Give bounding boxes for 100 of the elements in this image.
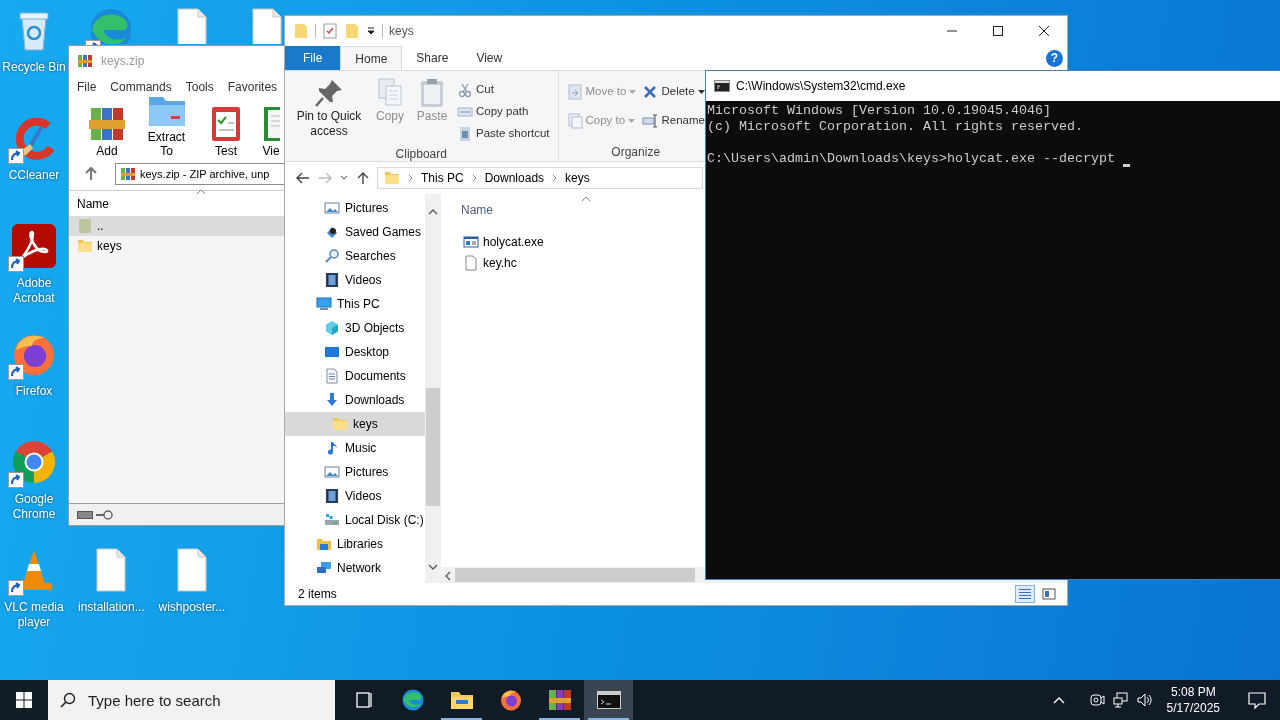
clock[interactable]: 5:08 PM 5/17/2025 — [1160, 684, 1226, 716]
menu-item[interactable]: File — [77, 78, 97, 96]
shortcut-clipboard-icon — [457, 126, 473, 142]
dropdown-icon — [629, 90, 637, 94]
tree-item[interactable]: 3D Objects — [285, 316, 425, 340]
tree-item[interactable]: keys — [285, 412, 425, 436]
speaker-icon[interactable] — [1136, 692, 1153, 708]
archive-books-icon — [77, 53, 93, 69]
taskbar-app-button[interactable] — [584, 680, 633, 720]
scrollbar-thumb[interactable] — [455, 568, 695, 582]
dropdown-icon — [697, 90, 705, 94]
pdf-app-icon[interactable] — [10, 222, 58, 270]
file-item[interactable]: holycat.exe — [461, 231, 546, 252]
camera-icon[interactable] — [1088, 692, 1105, 708]
tree-item[interactable]: Pictures — [285, 196, 425, 220]
ribbon-tab[interactable]: View — [462, 46, 517, 70]
checked-page-icon[interactable] — [322, 23, 338, 39]
search-icon — [60, 692, 76, 708]
window-title: keys — [389, 23, 414, 40]
tree-item[interactable]: Libraries — [285, 532, 425, 556]
tree-item[interactable]: Pictures — [285, 460, 425, 484]
ribbon-button[interactable]: Delete — [640, 81, 707, 103]
archive-books-icon — [547, 688, 572, 712]
windows-logo-icon — [16, 692, 32, 708]
computer-icon — [316, 296, 332, 312]
ribbon-button[interactable]: Pin to Quick access — [291, 75, 367, 145]
tree-item[interactable]: Searches — [285, 244, 425, 268]
chevron-icon — [471, 174, 477, 182]
column-header[interactable]: Name — [461, 201, 493, 219]
dropdown-icon[interactable] — [366, 26, 376, 36]
tree-item[interactable]: Videos — [285, 268, 425, 292]
address-field[interactable]: keys.zip - ZIP archive, unp — [115, 163, 284, 185]
file-name: .. — [97, 218, 104, 235]
drive-icon — [324, 512, 340, 528]
up-arrow-icon[interactable] — [355, 170, 371, 186]
fox-globe-icon — [498, 688, 523, 712]
file-row[interactable]: keys — [69, 236, 284, 256]
column-header[interactable]: Name — [77, 195, 109, 213]
scroll-left-icon[interactable] — [445, 570, 451, 581]
ribbon-button[interactable]: Copy path — [455, 101, 552, 123]
rename-icon — [642, 113, 659, 129]
keyboard-icon — [77, 509, 93, 520]
chevron-up-icon[interactable] — [1052, 696, 1065, 704]
view-button[interactable] — [1015, 585, 1035, 603]
scroll-up-icon[interactable] — [428, 208, 438, 215]
tree-item[interactable]: Local Disk (C:) — [285, 508, 425, 532]
group-label: Clipboard — [394, 146, 448, 163]
ribbon-tab[interactable]: Home — [340, 46, 403, 70]
view-button[interactable] — [1039, 585, 1059, 603]
file-menu-tab[interactable]: File — [285, 46, 341, 70]
chevron-icon — [408, 174, 413, 182]
tree-item[interactable]: Music — [285, 436, 425, 460]
search-icon — [324, 248, 340, 264]
film-icon — [324, 488, 340, 504]
network-icon[interactable] — [1112, 692, 1129, 708]
pushpin-icon — [313, 77, 345, 109]
tree-item[interactable]: Downloads — [285, 388, 425, 412]
up-arrow-icon[interactable] — [83, 166, 99, 182]
tree-item[interactable]: Saved Games — [285, 220, 425, 244]
cube-icon — [324, 320, 340, 336]
folder-icon — [77, 238, 93, 254]
tiles-view-icon — [1042, 588, 1056, 600]
archive-books-icon — [120, 166, 136, 182]
browser-icon[interactable] — [10, 438, 58, 486]
tree-item[interactable]: Network — [285, 556, 425, 580]
toolbar-button[interactable]: Test — [202, 104, 250, 158]
move-page-icon — [566, 84, 583, 100]
folder-icon — [332, 416, 348, 432]
breadcrumb-link[interactable]: keys — [565, 169, 590, 187]
window-title: C:\Windows\System32\cmd.exe — [736, 78, 906, 95]
book-icon — [262, 104, 280, 144]
tree-item[interactable]: This PC — [285, 292, 425, 316]
tree-item[interactable]: Desktop — [285, 340, 425, 364]
group-label: Organize — [610, 144, 662, 161]
ribbon-button[interactable]: Paste shortcut — [455, 123, 552, 145]
breadcrumb-link[interactable]: This PC — [421, 169, 464, 187]
search-field[interactable]: Type here to search — [48, 680, 335, 720]
scroll-down-icon[interactable] — [428, 563, 438, 570]
back-arrow-icon[interactable] — [295, 170, 311, 186]
notification-icon — [1247, 690, 1267, 710]
address-bar[interactable]: This PC Downloads keys — [377, 167, 703, 189]
chevron-icon — [552, 174, 558, 182]
ribbon-tab[interactable]: Share — [402, 46, 463, 70]
console-icon — [596, 691, 621, 709]
ribbon-button[interactable]: Rename — [640, 110, 707, 132]
browser-icon — [400, 688, 425, 712]
menu-item[interactable]: Favorites — [227, 78, 278, 96]
film-icon — [324, 272, 340, 288]
file-item[interactable]: key.hc — [461, 252, 519, 273]
toolbar-button[interactable]: Add — [83, 104, 131, 158]
tree-item[interactable]: Documents — [285, 364, 425, 388]
help-button[interactable]: ? — [1046, 49, 1063, 67]
task-view-icon — [353, 690, 374, 710]
file-row[interactable]: .. — [69, 216, 284, 236]
details-view-icon — [1018, 588, 1032, 600]
tree-item[interactable]: Videos — [285, 484, 425, 508]
breadcrumb-link[interactable]: Downloads — [484, 169, 545, 187]
document-icon — [324, 368, 340, 384]
scrollbar-thumb[interactable] — [426, 388, 440, 506]
ribbon-button[interactable]: Cut — [455, 79, 552, 101]
